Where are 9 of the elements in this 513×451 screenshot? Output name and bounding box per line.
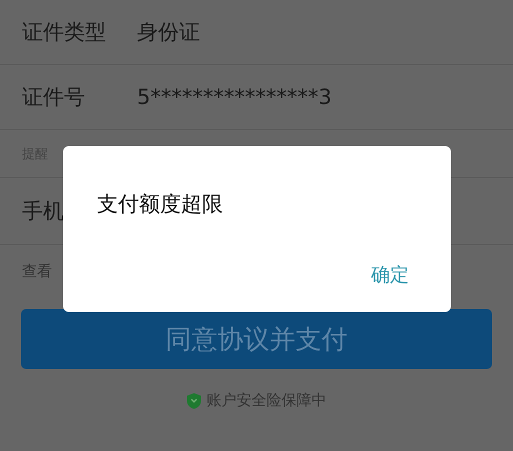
field-value: 身份证 [137, 19, 200, 46]
confirm-button[interactable]: 确定 [369, 260, 411, 290]
field-value: 5****************3 [137, 85, 332, 109]
field-label: 手机 [22, 198, 64, 225]
dialog-message: 支付额度超限 [97, 191, 224, 218]
field-label: 证件类型 [22, 19, 107, 46]
field-label: 证件号 [22, 84, 86, 111]
pay-button[interactable]: 同意协议并支付 [21, 309, 492, 369]
shield-icon [186, 392, 200, 408]
